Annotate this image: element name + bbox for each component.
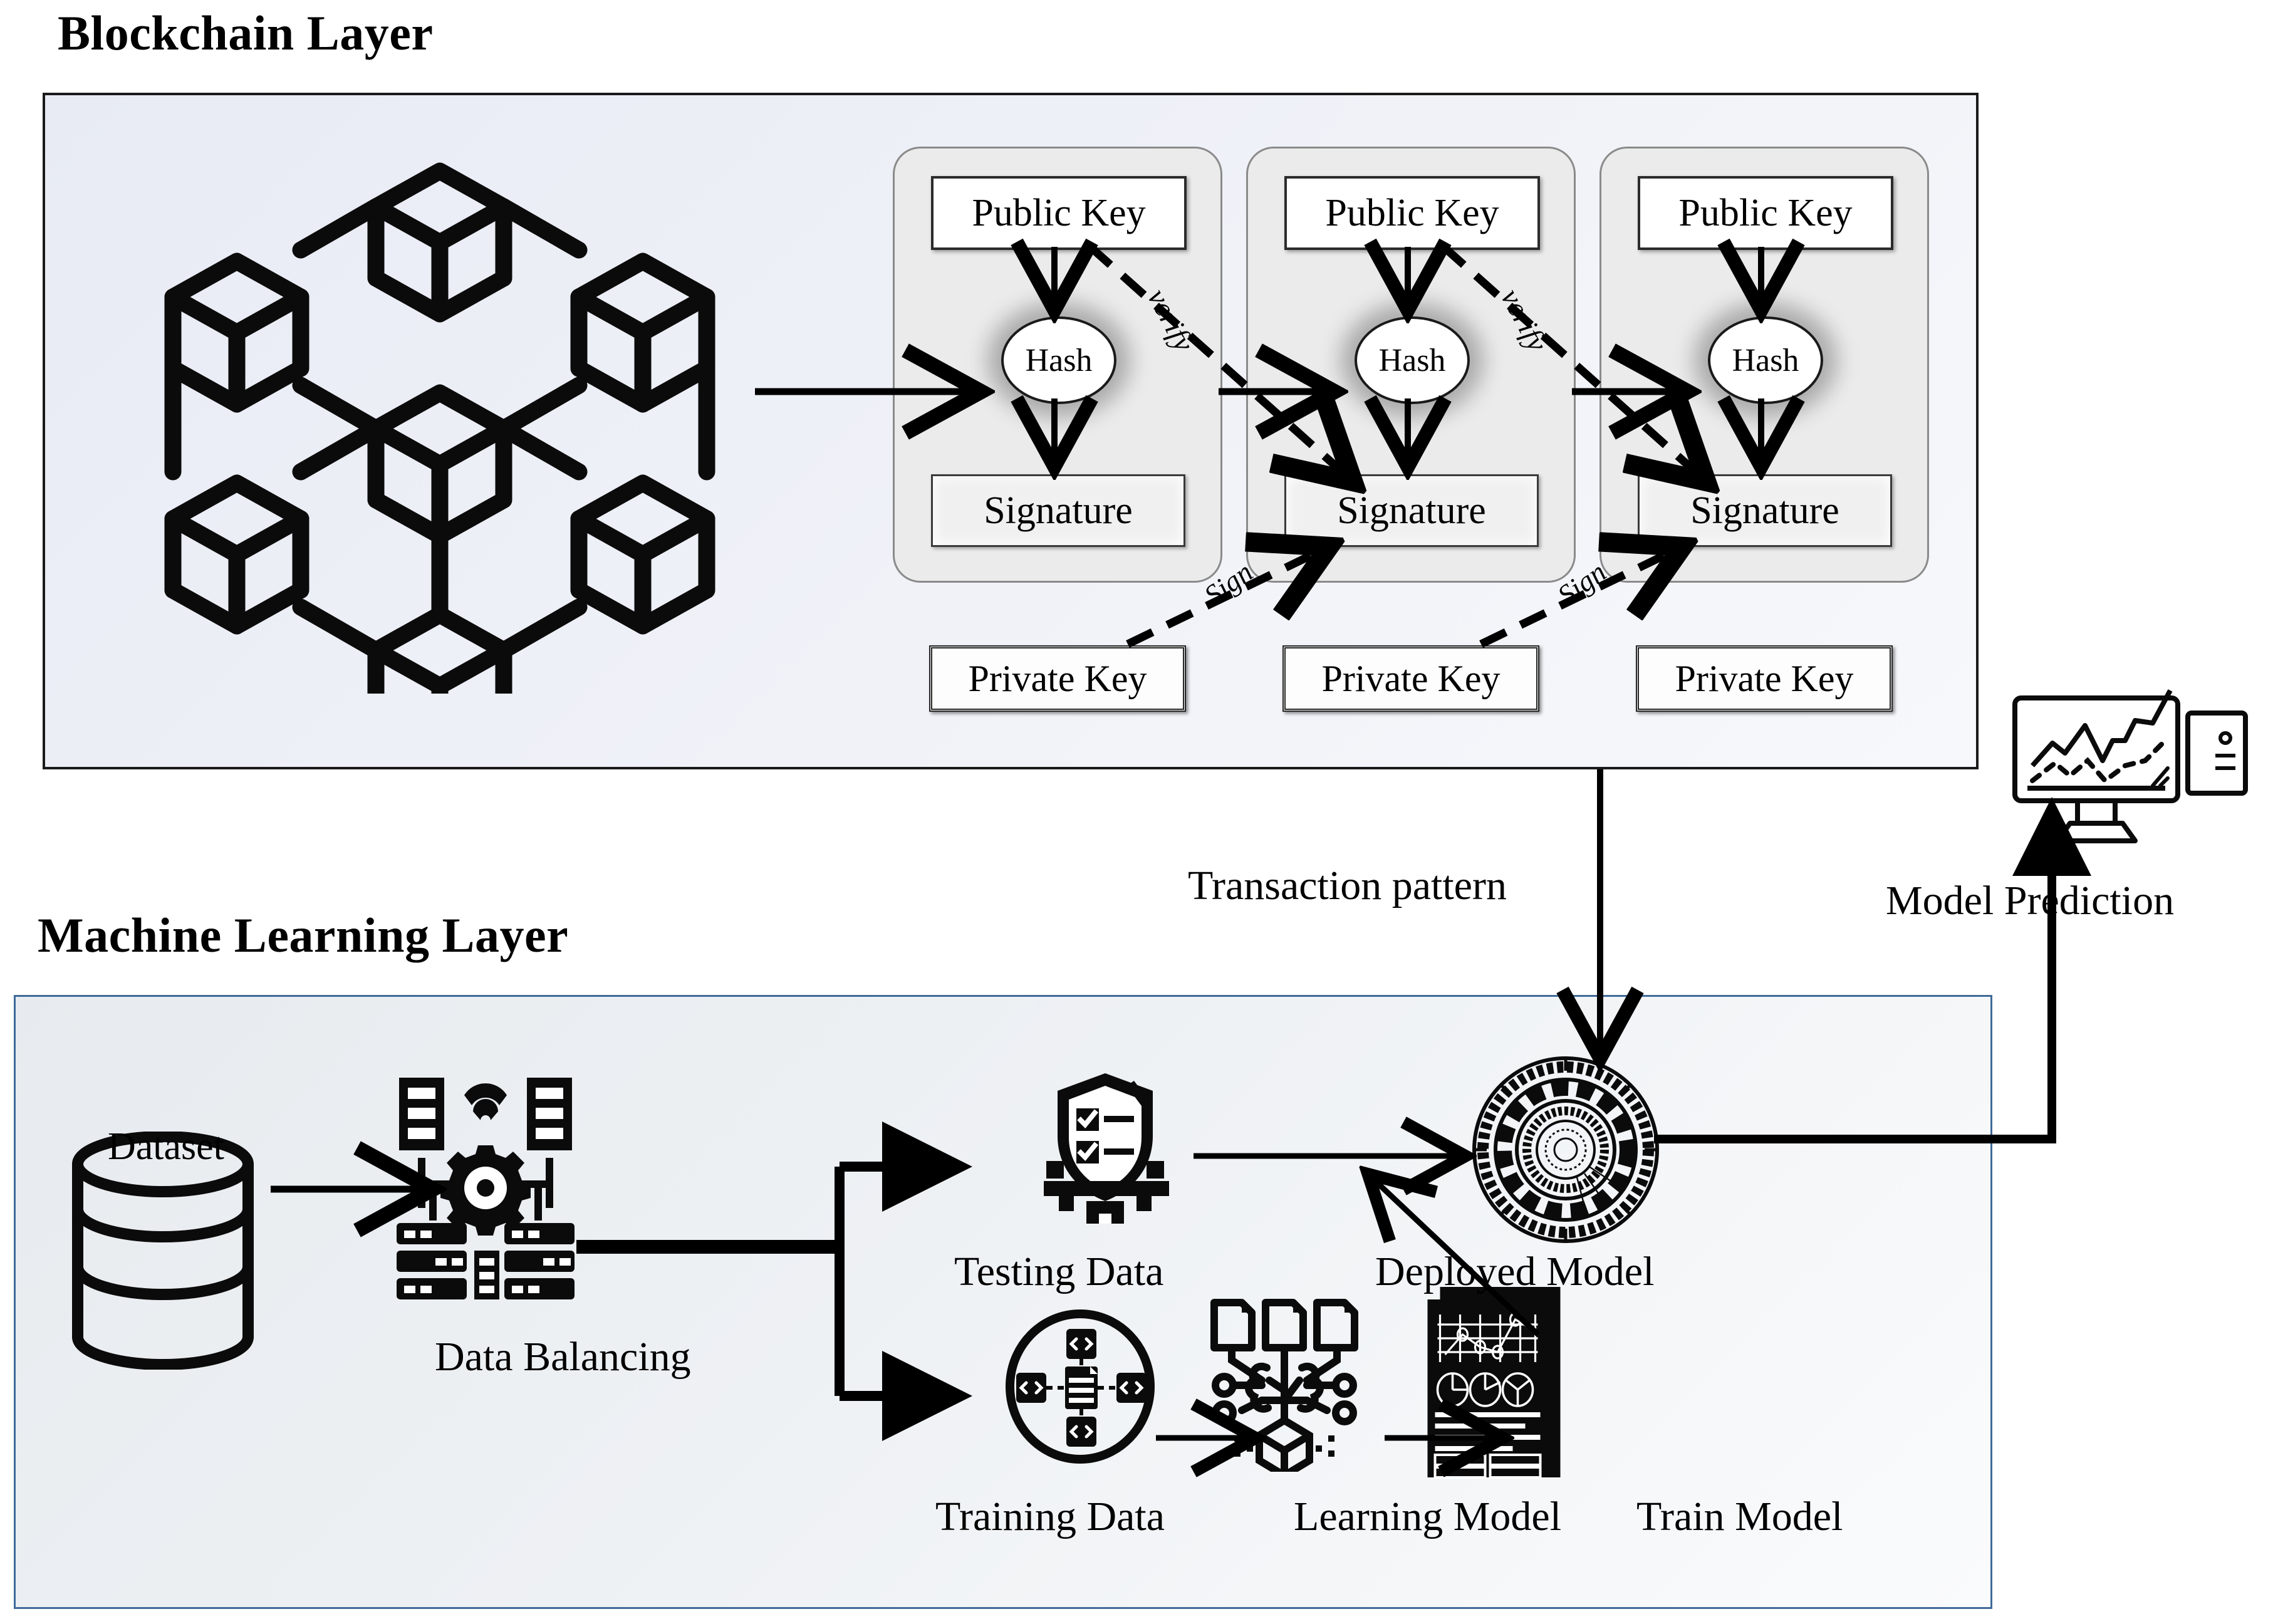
blockchain-layer-title: Blockchain Layer — [58, 6, 434, 60]
monitor-chart-desktop-icon — [2005, 683, 2255, 871]
private-key-box-1: Private Key — [929, 645, 1186, 712]
train-model-label: Train Model — [1636, 1494, 1843, 1539]
private-key-box-3: Private Key — [1636, 645, 1893, 712]
testing-data-label: Testing Data — [954, 1249, 1164, 1294]
model-prediction-label: Model Prediction — [1886, 878, 2175, 924]
public-key-box-3: Public Key — [1638, 176, 1893, 250]
server-gear-network-icon — [392, 1075, 580, 1301]
dataset-label: Dataset — [108, 1125, 224, 1168]
hash-node-1: Hash — [1001, 316, 1116, 404]
blockchain-block-1: Public Key Hash Signature — [893, 147, 1222, 583]
transaction-pattern-label: Transaction pattern — [1188, 863, 1507, 908]
signature-box-3: Signature — [1638, 474, 1892, 547]
brain-neural-documents-icon — [1197, 1290, 1378, 1472]
public-key-box-1: Public Key — [931, 176, 1187, 250]
deployed-model-label: Deployed Model — [1375, 1249, 1655, 1294]
signature-box-2: Signature — [1284, 474, 1539, 547]
public-key-box-2: Public Key — [1284, 176, 1540, 250]
data-balancing-label: Data Balancing — [435, 1334, 691, 1380]
hash-node-3: Hash — [1708, 316, 1823, 404]
blockchain-block-3: Public Key Hash Signature — [1599, 147, 1929, 583]
radial-hud-dial-icon — [1469, 1053, 1663, 1247]
code-nodes-circle-icon — [1002, 1309, 1159, 1465]
blockchain-block-2: Public Key Hash Signature — [1246, 147, 1576, 583]
hash-node-2: Hash — [1355, 316, 1470, 404]
report-charts-document-icon — [1422, 1282, 1576, 1482]
signature-box-1: Signature — [931, 474, 1185, 547]
shield-checklist-gear-icon — [1021, 1066, 1190, 1235]
training-data-label: Training Data — [935, 1494, 1165, 1539]
machine-learning-layer-title: Machine Learning Layer — [38, 908, 569, 962]
blockchain-cube-network-icon — [139, 130, 741, 694]
learning-model-label: Learning Model — [1294, 1494, 1562, 1539]
private-key-box-2: Private Key — [1282, 645, 1539, 712]
